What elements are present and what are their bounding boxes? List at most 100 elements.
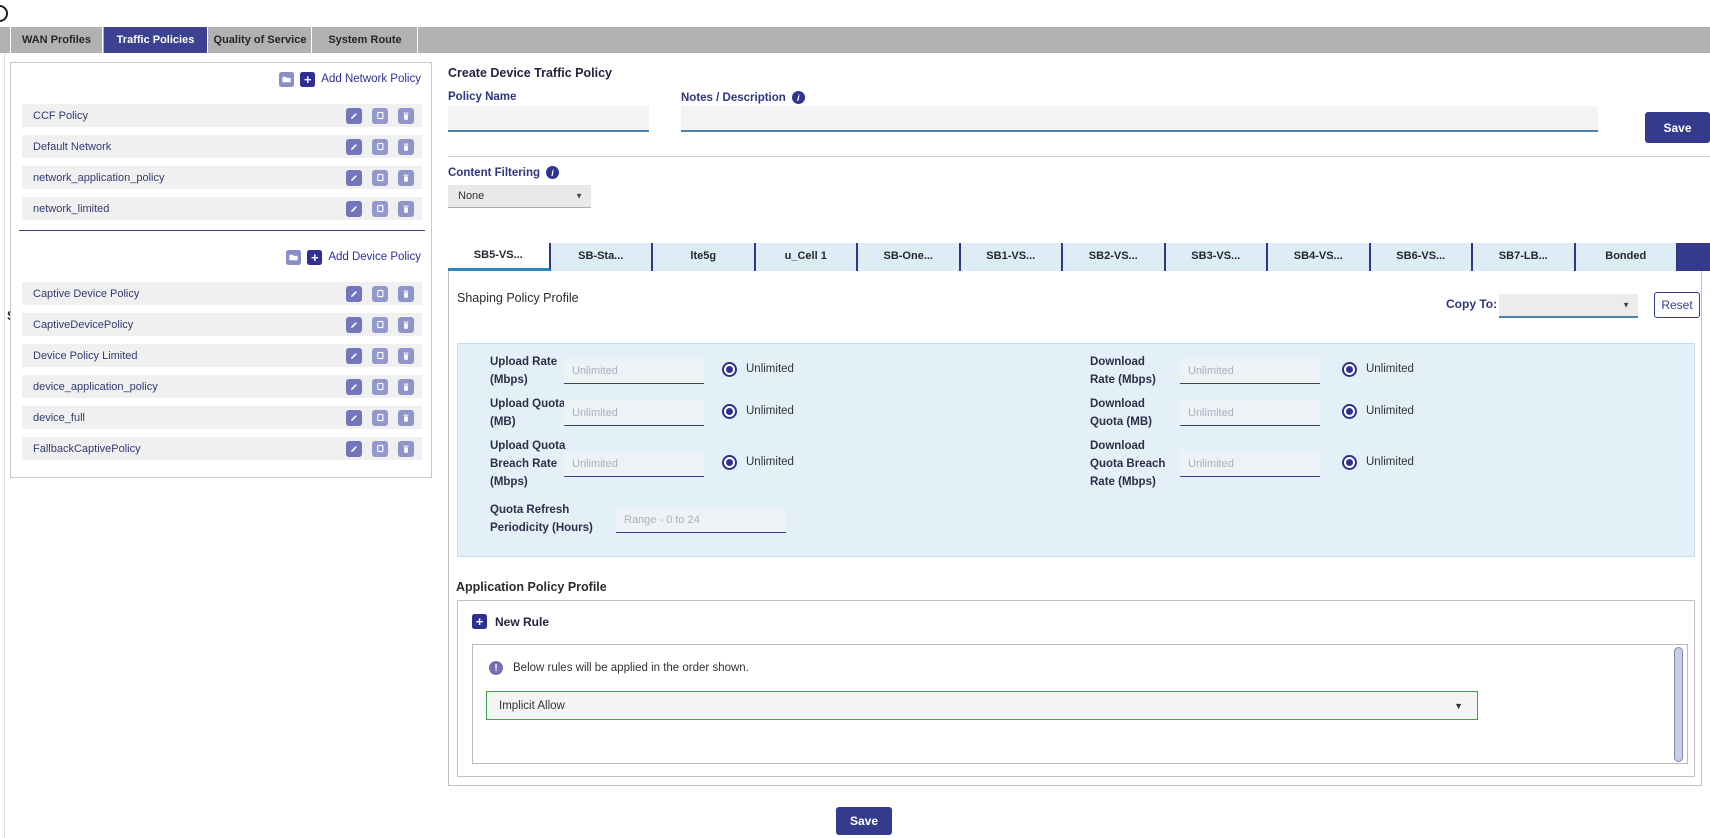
edit-pencil-icon[interactable] [346, 348, 362, 364]
iface-tab-sb4-vs[interactable]: SB4-VS... [1268, 243, 1371, 271]
iface-tab-sb-sta[interactable]: SB-Sta... [551, 243, 654, 271]
delete-icon[interactable] [398, 139, 414, 155]
network-policy-row[interactable]: Default Network [22, 135, 422, 158]
save-button[interactable]: Save [1645, 112, 1710, 143]
download-quota-label: Download Quota (MB) [1090, 396, 1170, 432]
iface-tab-sb7-lb[interactable]: SB7-LB... [1473, 243, 1576, 271]
iface-tab-sb6-vs[interactable]: SB6-VS... [1371, 243, 1474, 271]
device-policy-row[interactable]: Captive Device Policy [22, 282, 422, 305]
duplicate-icon[interactable] [372, 410, 388, 426]
content-filtering-info-icon[interactable]: i [546, 166, 559, 179]
delete-icon[interactable] [398, 410, 414, 426]
download-breach-input[interactable] [1180, 451, 1320, 477]
duplicate-icon[interactable] [372, 108, 388, 124]
edit-pencil-icon[interactable] [346, 441, 362, 457]
quota-refresh-input[interactable] [616, 507, 786, 533]
delete-icon[interactable] [398, 317, 414, 333]
rules-scrollbar-thumb[interactable] [1674, 647, 1683, 762]
implicit-allow-rule-select[interactable]: Implicit Allow ▼ [486, 691, 1478, 720]
duplicate-icon[interactable] [372, 170, 388, 186]
device-policy-row[interactable]: Device Policy Limited [22, 344, 422, 367]
duplicate-icon[interactable] [372, 286, 388, 302]
tab-overflow-button[interactable] [1678, 243, 1710, 271]
upload-quota-input[interactable] [564, 400, 704, 426]
edit-pencil-icon[interactable] [346, 410, 362, 426]
duplicate-icon[interactable] [372, 201, 388, 217]
download-quota-unlimited-radio[interactable] [1342, 404, 1357, 419]
upload-breach-unlimited-radio[interactable] [722, 455, 737, 470]
form-divider [448, 156, 1710, 157]
duplicate-icon[interactable] [372, 317, 388, 333]
upload-breach-input[interactable] [564, 451, 704, 477]
upload-quota-unlimited-radio[interactable] [722, 404, 737, 419]
delete-icon[interactable] [398, 108, 414, 124]
rules-info-text: Below rules will be applied in the order… [513, 662, 749, 674]
delete-icon[interactable] [398, 348, 414, 364]
download-quota-input[interactable] [1180, 400, 1320, 426]
tab-wan-profiles[interactable]: WAN Profiles [10, 27, 103, 53]
save-policy-bottom-button[interactable]: Save [836, 807, 892, 835]
download-rate-unlimited-radio[interactable] [1342, 362, 1357, 377]
network-policy-row[interactable]: network_limited [22, 197, 422, 220]
notes-field-label: Notes / Description i [681, 91, 805, 104]
delete-icon[interactable] [398, 286, 414, 302]
edit-pencil-icon[interactable] [346, 139, 362, 155]
network-policy-row[interactable]: network_application_policy [22, 166, 422, 189]
duplicate-icon[interactable] [372, 348, 388, 364]
copy-to-select[interactable]: ▼ [1499, 294, 1638, 318]
duplicate-icon[interactable] [372, 139, 388, 155]
edit-pencil-icon[interactable] [346, 317, 362, 333]
delete-icon[interactable] [398, 379, 414, 395]
top-bar: SD-WAN [0, 0, 1710, 27]
reset-button[interactable]: Reset [1654, 292, 1700, 318]
add-network-policy-link[interactable]: Add Network Policy [321, 73, 421, 85]
upload-rate-unlimited-radio[interactable] [722, 362, 737, 377]
edit-pencil-icon[interactable] [346, 170, 362, 186]
upload-rate-input[interactable] [564, 358, 704, 384]
tab-system-route[interactable]: System Route [313, 27, 418, 53]
tab-quality-of-service[interactable]: Quality of Service [209, 27, 312, 53]
device-policy-row[interactable]: CaptiveDevicePolicy [22, 313, 422, 336]
collapse-device-policies-icon[interactable] [286, 250, 301, 265]
iface-tab-sb5-vs[interactable]: SB5-VS... [448, 243, 551, 271]
delete-icon[interactable] [398, 441, 414, 457]
device-policy-row[interactable]: device_full [22, 406, 422, 429]
iface-tab-lte5g[interactable]: lte5g [653, 243, 756, 271]
edit-pencil-icon[interactable] [346, 201, 362, 217]
device-policy-row[interactable]: device_application_policy [22, 375, 422, 398]
iface-tab-sb-one[interactable]: SB-One... [858, 243, 961, 271]
iface-tab-sb1-vs[interactable]: SB1-VS... [961, 243, 1064, 271]
duplicate-icon[interactable] [372, 379, 388, 395]
collapse-network-policies-icon[interactable] [279, 72, 294, 87]
content-filtering-select[interactable]: None ▼ [448, 185, 591, 208]
tab-traffic-policies[interactable]: Traffic Policies [104, 27, 208, 53]
notes-input[interactable] [681, 106, 1598, 132]
network-policy-row[interactable]: CCF Policy [22, 104, 422, 127]
duplicate-icon[interactable] [372, 441, 388, 457]
add-device-policy-plus-icon[interactable]: + [307, 250, 322, 265]
delete-icon[interactable] [398, 170, 414, 186]
policy-name-input[interactable] [448, 106, 649, 132]
iface-tab-sb2-vs[interactable]: SB2-VS... [1063, 243, 1166, 271]
new-rule-label[interactable]: New Rule [495, 615, 549, 629]
iface-tab-sb3-vs[interactable]: SB3-VS... [1166, 243, 1269, 271]
main-tab-bar: WAN Profiles Traffic Policies Quality of… [0, 27, 1710, 53]
device-policy-row[interactable]: FallbackCaptivePolicy [22, 437, 422, 460]
policy-list-panel: + Add Network Policy CCF Policy Default … [10, 62, 432, 478]
add-device-policy-link[interactable]: Add Device Policy [328, 251, 421, 263]
iface-tab-bonded[interactable]: Bonded [1576, 243, 1679, 271]
interface-tab-bar: SB5-VS... SB-Sta... lte5g u_Cell 1 SB-On… [448, 243, 1710, 271]
new-rule-plus-icon[interactable]: + [472, 614, 487, 629]
download-breach-unlimited-radio[interactable] [1342, 455, 1357, 470]
add-network-policy-plus-icon[interactable]: + [300, 72, 315, 87]
rules-info-icon: ! [489, 661, 503, 675]
notes-info-icon[interactable]: i [792, 91, 805, 104]
delete-icon[interactable] [398, 201, 414, 217]
create-policy-title: Create Device Traffic Policy [448, 66, 612, 80]
edit-pencil-icon[interactable] [346, 379, 362, 395]
edit-pencil-icon[interactable] [346, 108, 362, 124]
policy-name-label: CaptiveDevicePolicy [33, 319, 346, 331]
iface-tab-u-cell-1[interactable]: u_Cell 1 [756, 243, 859, 271]
edit-pencil-icon[interactable] [346, 286, 362, 302]
download-rate-input[interactable] [1180, 358, 1320, 384]
